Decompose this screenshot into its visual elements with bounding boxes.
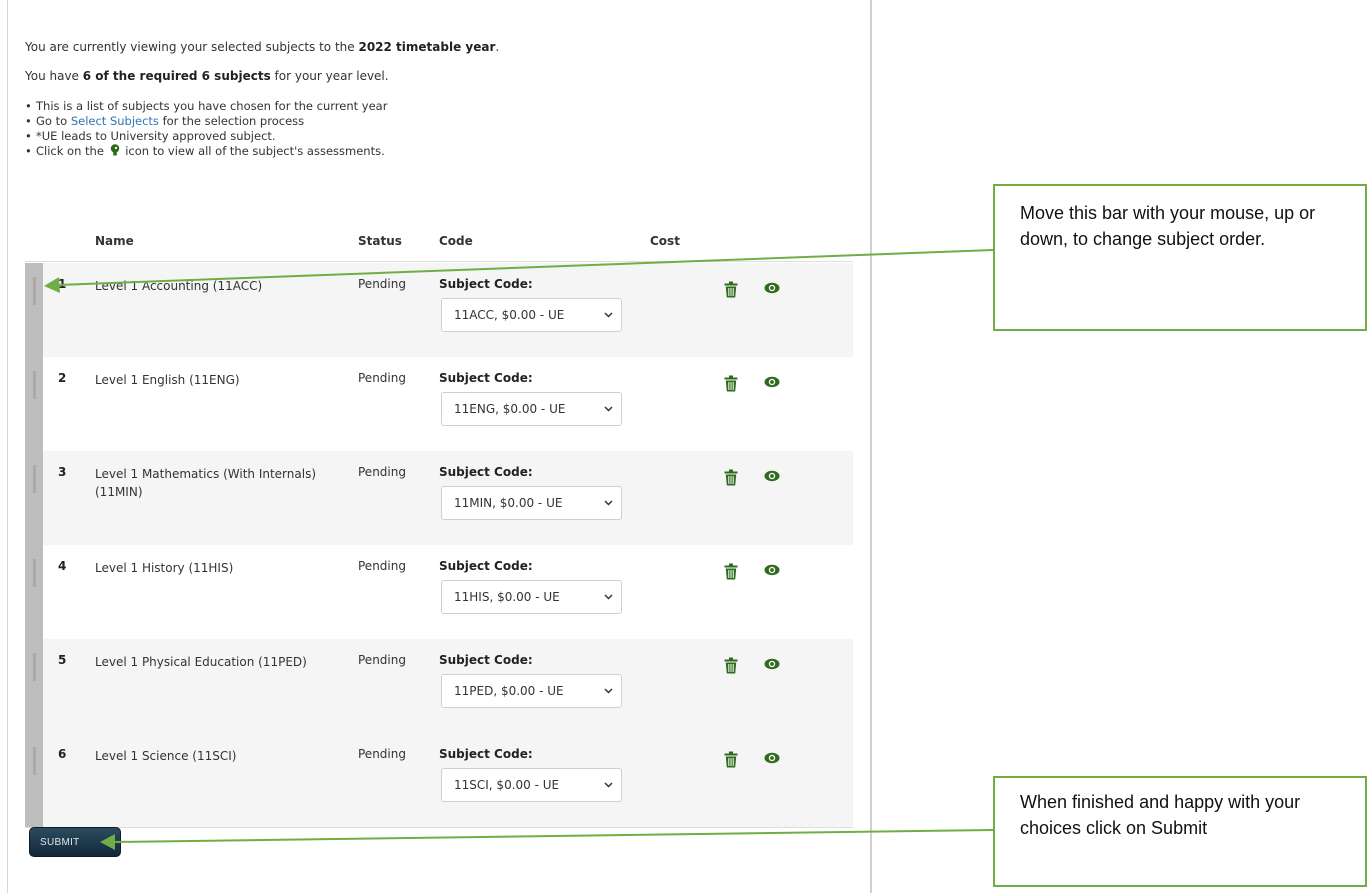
timetable-year: 2022 timetable year [358, 40, 496, 54]
submit-callout-text: When finished and happy with your choice… [1020, 792, 1301, 838]
submit-arrow [100, 829, 994, 850]
subject-code-select[interactable]: 11PED, $0.00 - UE [441, 674, 622, 708]
drag-handle[interactable] [25, 263, 43, 357]
subject-name: Level 1 Physical Education (11PED) [95, 655, 307, 669]
subject-code-label: Subject Code: [439, 559, 533, 573]
head-icon [110, 144, 119, 156]
page-frame-left [7, 0, 8, 893]
drag-handle[interactable] [25, 639, 43, 733]
chevron-down-icon [604, 406, 613, 412]
table-row: 5 Level 1 Physical Education (11PED) Pen… [25, 639, 853, 734]
instruction-item: Go to Select Subjects for the selection … [25, 114, 387, 129]
subject-code-select[interactable]: 11MIN, $0.00 - UE [441, 486, 622, 520]
subject-name: Level 1 Science (11SCI) [95, 749, 237, 763]
table-row: 1 Level 1 Accounting (11ACC) Pending Sub… [25, 263, 853, 358]
table-header: Name Status Code Cost [25, 234, 857, 252]
subject-code-value: 11ACC, $0.00 - UE [454, 308, 565, 322]
subject-code-label: Subject Code: [439, 747, 533, 761]
row-number: 6 [58, 747, 67, 761]
subject-status: Pending [358, 465, 406, 479]
subject-code-value: 11SCI, $0.00 - UE [454, 778, 560, 792]
table-row: 4 Level 1 History (11HIS) Pending Subjec… [25, 545, 853, 640]
subject-name: Level 1 English (11ENG) [95, 373, 240, 387]
chevron-down-icon [604, 312, 613, 318]
table-row: 3 Level 1 Mathematics (With Internals) (… [25, 451, 853, 546]
subject-code-label: Subject Code: [439, 653, 533, 667]
subject-name: Level 1 Mathematics (With Internals) (11… [95, 467, 317, 499]
row-number: 1 [58, 277, 67, 291]
eye-icon[interactable] [764, 376, 780, 388]
subject-name: Level 1 Accounting (11ACC) [95, 279, 263, 293]
subject-code-select[interactable]: 11HIS, $0.00 - UE [441, 580, 622, 614]
eye-icon[interactable] [764, 564, 780, 576]
subject-status: Pending [358, 371, 406, 385]
submit-button[interactable]: SUBMIT [29, 827, 121, 857]
table-row: 2 Level 1 English (11ENG) Pending Subjec… [25, 357, 853, 452]
trash-icon[interactable] [724, 281, 738, 298]
drag-handle[interactable] [25, 545, 43, 639]
header-name: Name [95, 234, 134, 248]
drag-handle[interactable] [25, 733, 43, 827]
eye-icon[interactable] [764, 470, 780, 482]
intro-count-line: You have 6 of the required 6 subjects fo… [25, 69, 389, 83]
table-header-divider [25, 261, 853, 262]
row-number: 4 [58, 559, 67, 573]
eye-icon[interactable] [764, 282, 780, 294]
subject-code-select[interactable]: 11SCI, $0.00 - UE [441, 768, 622, 802]
intro-timetable-line: You are currently viewing your selected … [25, 40, 500, 54]
subject-code-value: 11ENG, $0.00 - UE [454, 402, 566, 416]
instruction-item: Click on the icon to view all of the sub… [25, 144, 387, 159]
row-number: 2 [58, 371, 67, 385]
eye-icon[interactable] [764, 658, 780, 670]
header-cost: Cost [650, 234, 680, 248]
subject-status: Pending [358, 559, 406, 573]
drag-handle[interactable] [25, 357, 43, 451]
reorder-callout-text: Move this bar with your mouse, up or dow… [1020, 203, 1316, 249]
chevron-down-icon [604, 688, 613, 694]
header-code: Code [439, 234, 473, 248]
subject-code-label: Subject Code: [439, 371, 533, 385]
subject-code-value: 11MIN, $0.00 - UE [454, 496, 563, 510]
drag-handle[interactable] [25, 451, 43, 545]
subject-code-value: 11HIS, $0.00 - UE [454, 590, 560, 604]
select-subjects-link[interactable]: Select Subjects [71, 114, 159, 128]
instruction-item: This is a list of subjects you have chos… [25, 99, 387, 114]
table-row: 6 Level 1 Science (11SCI) Pending Subjec… [25, 733, 853, 828]
header-status: Status [358, 234, 402, 248]
chevron-down-icon [604, 782, 613, 788]
page-frame-right [870, 0, 872, 893]
subject-status: Pending [358, 747, 406, 761]
instruction-item: *UE leads to University approved subject… [25, 129, 387, 144]
subject-code-label: Subject Code: [439, 277, 533, 291]
subject-status: Pending [358, 277, 406, 291]
chevron-down-icon [604, 594, 613, 600]
row-number: 5 [58, 653, 67, 667]
trash-icon[interactable] [724, 563, 738, 580]
subject-code-label: Subject Code: [439, 465, 533, 479]
eye-icon[interactable] [764, 752, 780, 764]
trash-icon[interactable] [724, 657, 738, 674]
chevron-down-icon [604, 500, 613, 506]
subject-code-select[interactable]: 11ACC, $0.00 - UE [441, 298, 622, 332]
subject-code-select[interactable]: 11ENG, $0.00 - UE [441, 392, 622, 426]
subject-code-value: 11PED, $0.00 - UE [454, 684, 564, 698]
subject-status: Pending [358, 653, 406, 667]
trash-icon[interactable] [724, 469, 738, 486]
subject-count: 6 of the required 6 subjects [82, 69, 271, 83]
trash-icon[interactable] [724, 375, 738, 392]
subject-name: Level 1 History (11HIS) [95, 561, 234, 575]
reorder-callout: Move this bar with your mouse, up or dow… [993, 184, 1367, 331]
row-number: 3 [58, 465, 67, 479]
trash-icon[interactable] [724, 751, 738, 768]
submit-callout: When finished and happy with your choice… [993, 776, 1367, 887]
instruction-list: This is a list of subjects you have chos… [25, 99, 387, 159]
